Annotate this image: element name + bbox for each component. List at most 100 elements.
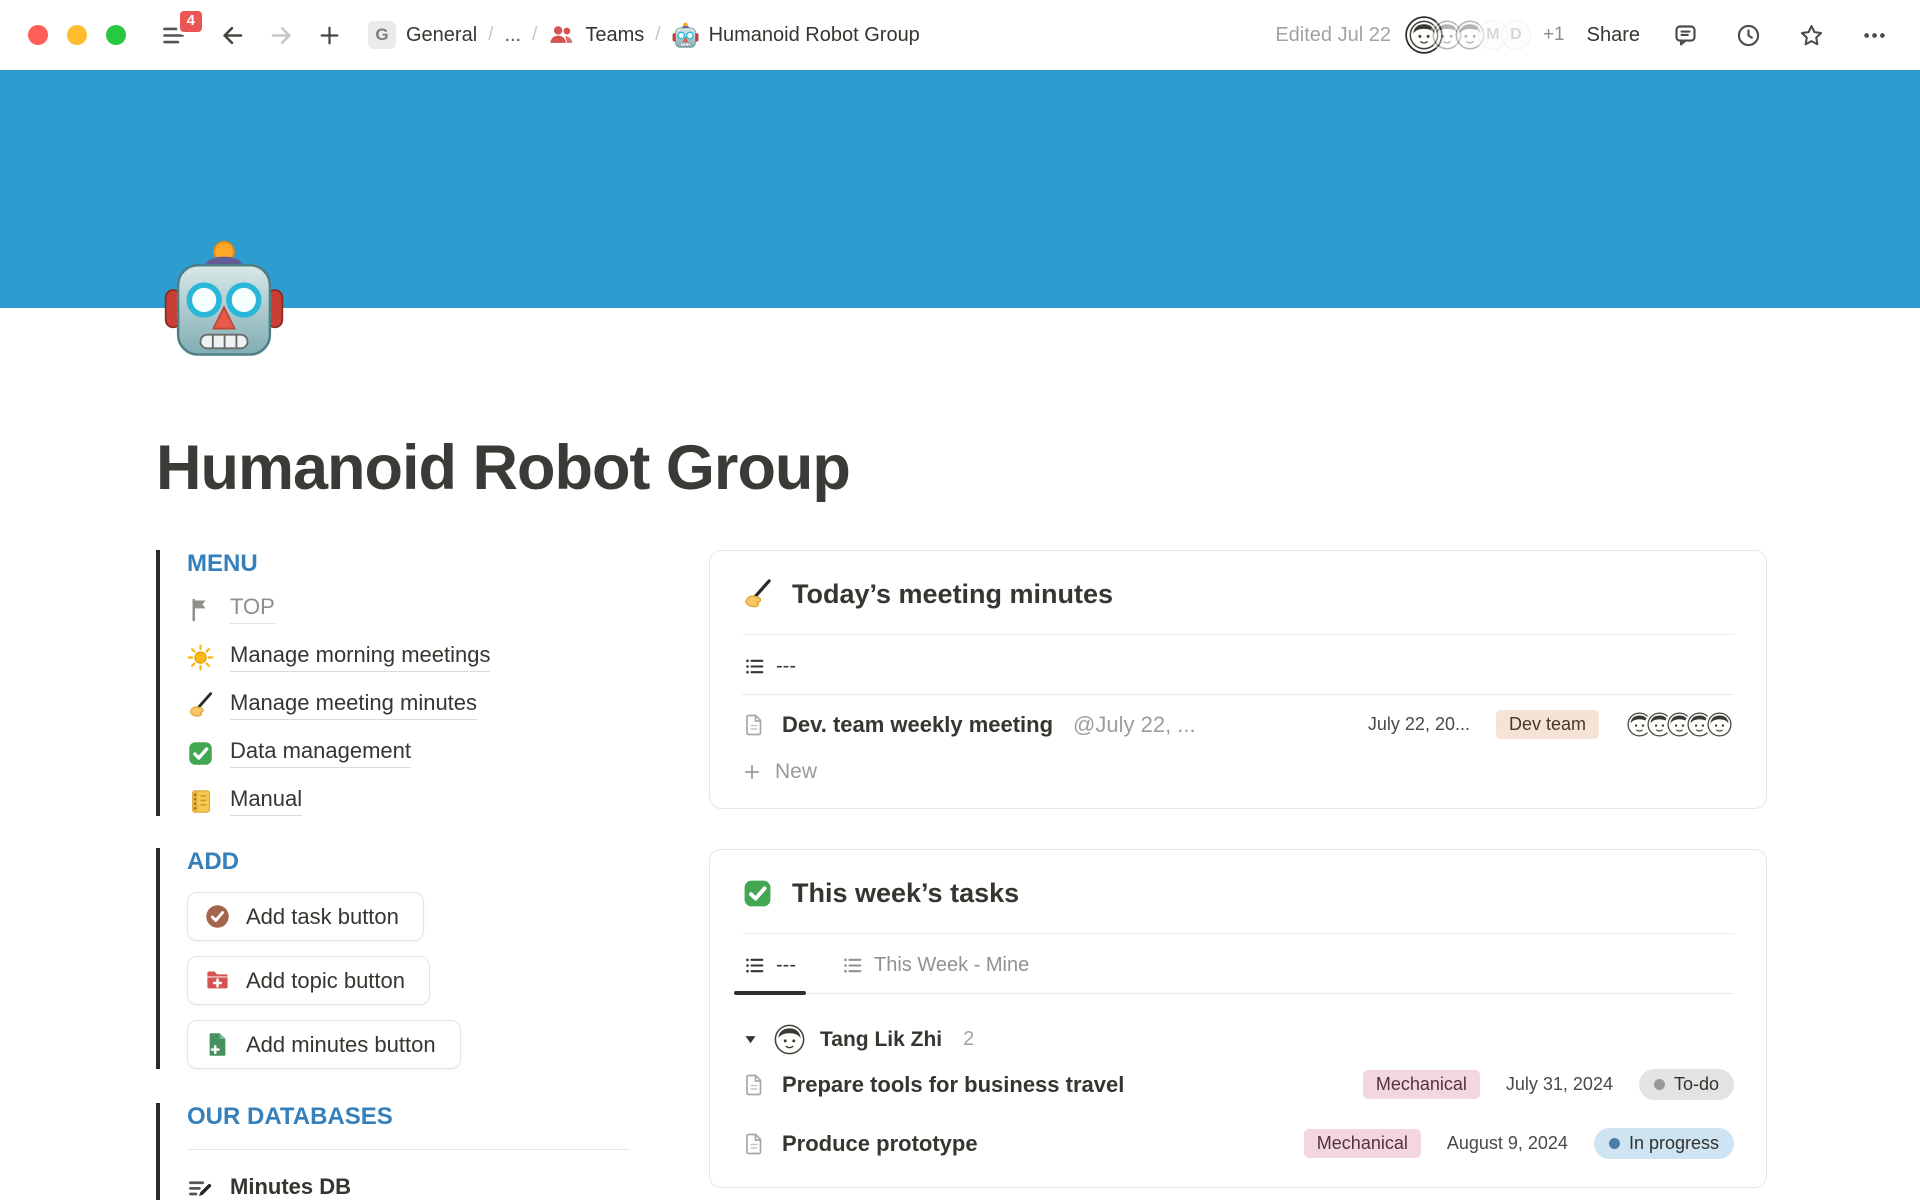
document-icon [742, 1073, 766, 1097]
clock-icon [1735, 22, 1762, 49]
view-tab-default[interactable]: --- [742, 938, 798, 993]
menu-item-label: TOP [230, 594, 275, 624]
menu-item-top[interactable]: TOP [187, 594, 630, 624]
comments-button[interactable] [1668, 18, 1703, 53]
breadcrumb-label: Humanoid Robot Group [709, 24, 920, 47]
button-label: Add task button [246, 904, 399, 930]
breadcrumb-label: General [406, 24, 477, 47]
new-row-label: New [775, 760, 817, 784]
more-button[interactable] [1857, 18, 1892, 53]
flag-icon [187, 596, 214, 623]
database-link-minutes-db[interactable]: Minutes DB [187, 1174, 630, 1200]
breadcrumb-item-general[interactable]: G General [368, 21, 477, 49]
add-minutes-button[interactable]: Add minutes button [187, 1020, 461, 1069]
star-icon [1798, 22, 1825, 49]
add-task-button[interactable]: Add task button [187, 892, 424, 941]
collapse-caret-icon [742, 1032, 759, 1047]
comment-bubble-icon [1672, 22, 1699, 49]
folder-plus-icon [204, 967, 231, 994]
green-check-icon [187, 740, 214, 767]
button-label: Add minutes button [246, 1032, 436, 1058]
presence-avatar-stack: M D [1407, 18, 1533, 52]
meeting-date-mention: @July 22, ... [1073, 712, 1196, 738]
add-topic-button[interactable]: Add topic button [187, 956, 430, 1005]
plus-icon [742, 762, 762, 782]
view-tabs: --- This Week - Mine [742, 934, 1734, 994]
window-titlebar: 4 G General / ... / Teams / Humanoid Rob… [0, 0, 1920, 70]
avatar-overflow-count[interactable]: +1 [1543, 24, 1565, 46]
page-cover [0, 70, 1920, 308]
page-robot-icon[interactable] [162, 238, 286, 362]
card-header: This week’s tasks [742, 878, 1734, 909]
breadcrumb-label: Teams [585, 24, 644, 47]
breadcrumb-separator: / [655, 24, 660, 46]
menu-section: MENU TOP Manage morning meetings Manage … [156, 550, 630, 816]
task-row-prepare-tools[interactable]: Prepare tools for business travel Mechan… [742, 1055, 1734, 1114]
ellipsis-icon [1861, 22, 1888, 49]
minimize-window-button[interactable] [67, 25, 87, 45]
category-tag: Mechanical [1363, 1070, 1480, 1099]
breadcrumb-item-teams[interactable]: Teams [548, 22, 644, 49]
workspace-icon: G [368, 21, 396, 49]
meeting-title: Dev. team weekly meeting [782, 712, 1053, 738]
task-title: Produce prototype [782, 1131, 978, 1157]
bulleted-list-icon [842, 955, 863, 976]
writing-hand-icon [742, 579, 773, 610]
menu-item-manual[interactable]: Manual [187, 786, 630, 816]
menu-item-meeting-minutes[interactable]: Manage meeting minutes [187, 690, 630, 720]
weekly-tasks-card: This week’s tasks --- This Week - Mine T… [709, 849, 1767, 1188]
meeting-minutes-card: Today’s meeting minutes --- Dev. team we… [709, 550, 1767, 809]
breadcrumb-separator: / [488, 24, 493, 46]
close-window-button[interactable] [28, 25, 48, 45]
status-dot-icon [1654, 1079, 1665, 1090]
notification-badge: 4 [177, 8, 205, 35]
updates-button[interactable] [1731, 18, 1766, 53]
forward-arrow-icon [268, 22, 295, 49]
row-meta: Mechanical July 31, 2024 To-do [1363, 1069, 1734, 1100]
view-tab-this-week-mine[interactable]: This Week - Mine [840, 938, 1031, 993]
card-title[interactable]: Today’s meeting minutes [792, 579, 1113, 610]
task-title: Prepare tools for business travel [782, 1072, 1124, 1098]
menu-item-label: Manage morning meetings [230, 642, 490, 672]
writing-hand-icon [187, 692, 214, 719]
add-section: ADD Add task button Add topic button Add… [156, 848, 630, 1069]
breadcrumb-item-ellipsis[interactable]: ... [504, 24, 521, 47]
new-tab-button[interactable] [313, 19, 346, 52]
task-row-produce-prototype[interactable]: Produce prototype Mechanical August 9, 2… [742, 1114, 1734, 1173]
back-button[interactable] [215, 18, 250, 53]
tab-label: This Week - Mine [874, 954, 1029, 977]
sidebar-toggle-button[interactable]: 4 [156, 18, 191, 53]
avatar [774, 1024, 805, 1055]
due-date: July 31, 2024 [1506, 1074, 1613, 1095]
new-row-button[interactable]: New [742, 748, 1734, 794]
bulleted-list-icon [744, 955, 765, 976]
robot-icon [672, 22, 699, 49]
database-label: Minutes DB [230, 1174, 351, 1200]
menu-item-data-management[interactable]: Data management [187, 738, 630, 768]
meeting-date: July 22, 20... [1368, 714, 1470, 735]
group-header-tang-lik-zhi[interactable]: Tang Lik Zhi 2 [742, 1024, 1734, 1055]
view-tabs: --- [742, 635, 1734, 695]
card-title[interactable]: This week’s tasks [792, 878, 1019, 909]
breadcrumb-item-page[interactable]: Humanoid Robot Group [672, 22, 920, 49]
back-arrow-icon [219, 22, 246, 49]
menu-item-morning-meetings[interactable]: Manage morning meetings [187, 642, 630, 672]
category-tag: Mechanical [1304, 1129, 1421, 1158]
status-label: To-do [1674, 1074, 1719, 1095]
meeting-row[interactable]: Dev. team weekly meeting @July 22, ... J… [742, 695, 1734, 748]
document-icon [742, 713, 766, 737]
zoom-window-button[interactable] [106, 25, 126, 45]
teams-people-icon [548, 22, 575, 49]
right-column: Today’s meeting minutes --- Dev. team we… [709, 550, 1767, 1188]
page-title[interactable]: Humanoid Robot Group [156, 432, 850, 504]
status-label: In progress [1629, 1133, 1719, 1154]
view-tab-default[interactable]: --- [742, 639, 798, 694]
databases-heading: OUR DATABASES [187, 1103, 630, 1131]
button-label: Add topic button [246, 968, 405, 994]
forward-button[interactable] [264, 18, 299, 53]
list-pencil-icon [187, 1176, 214, 1200]
share-button[interactable]: Share [1587, 24, 1640, 47]
avatar-letter-d[interactable]: D [1499, 18, 1533, 52]
favorite-button[interactable] [1794, 18, 1829, 53]
divider [187, 1149, 630, 1150]
